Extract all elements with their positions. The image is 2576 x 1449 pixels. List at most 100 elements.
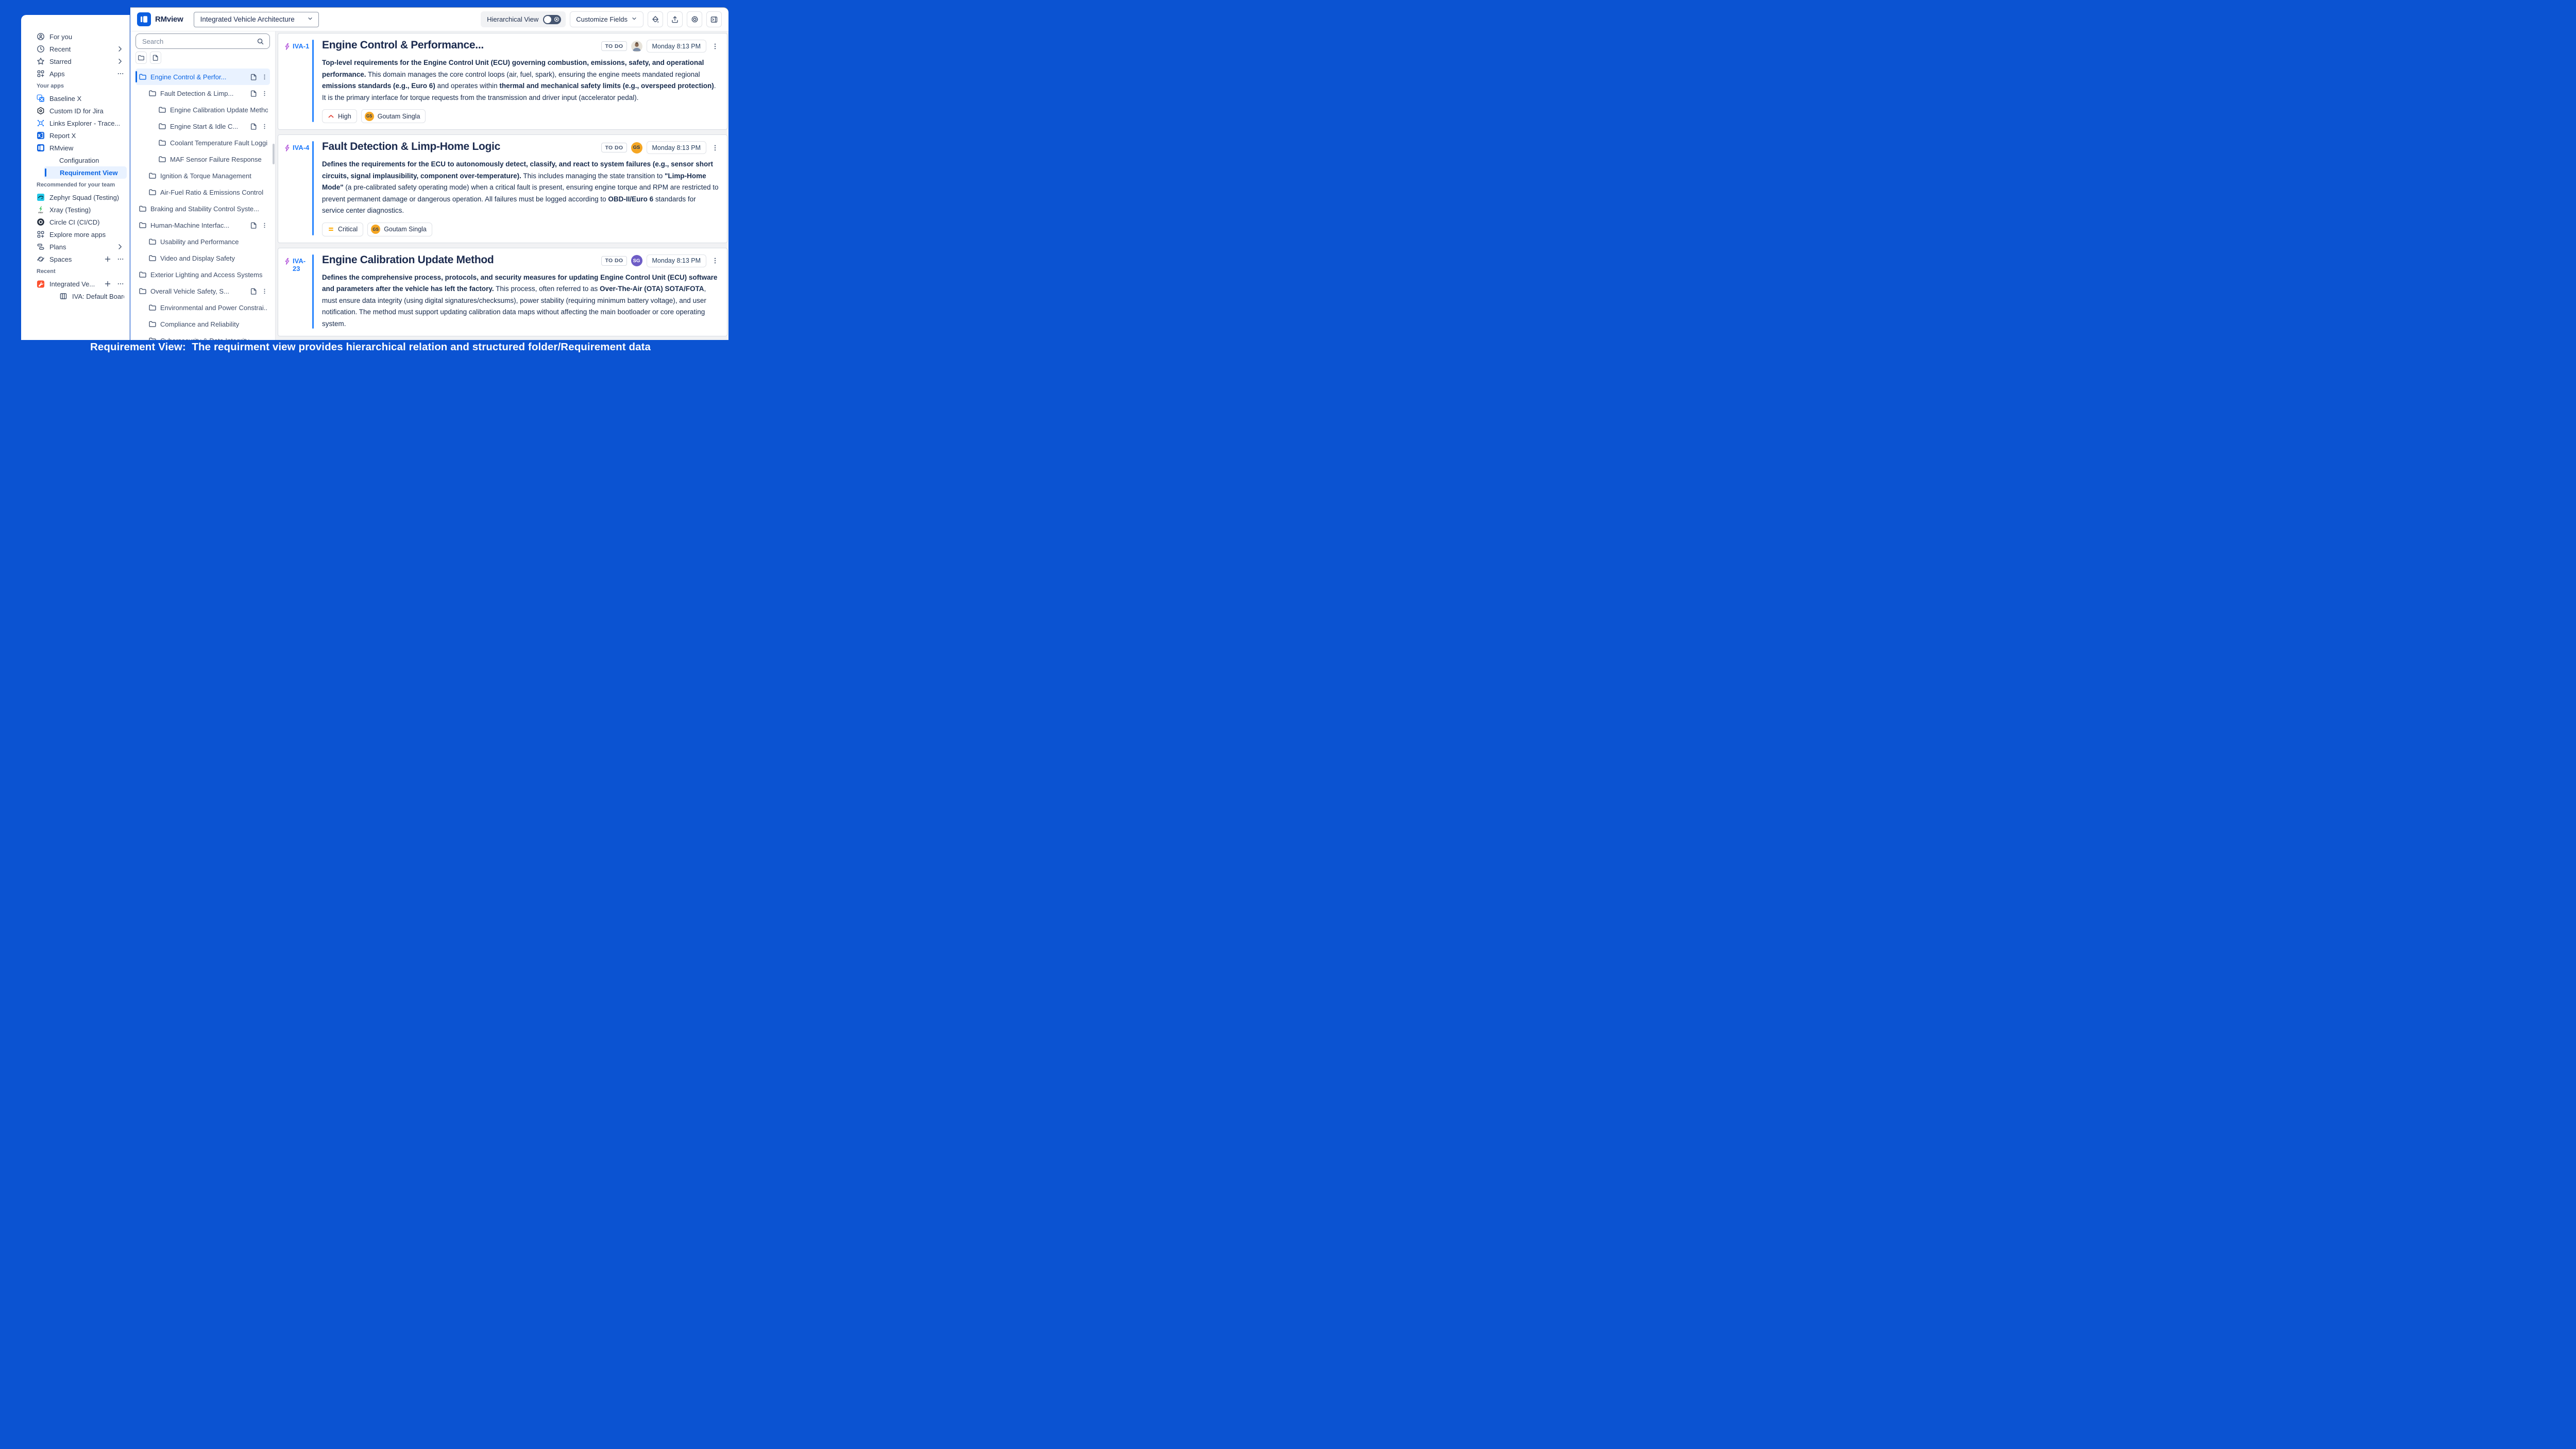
tree-item-human-machine-interfac[interactable]: Human-Machine Interfac...: [135, 217, 270, 233]
sidebar-item-circle-ci-ci-cd[interactable]: Circle CI (CI/CD): [21, 216, 129, 228]
export-icon[interactable]: [667, 11, 683, 27]
tree-item-engine-control-perfor[interactable]: Engine Control & Perfor...: [135, 69, 270, 85]
sidebar-item-configuration[interactable]: Configuration: [21, 154, 129, 166]
sidebar-item-recent[interactable]: Recent: [21, 43, 129, 55]
document-filter-button[interactable]: [150, 52, 161, 64]
kebab-menu-icon[interactable]: [261, 123, 268, 130]
issue-key[interactable]: IVA-23: [278, 253, 312, 330]
tree-item-engine-calibration-update-method[interactable]: Engine Calibration Update Method: [135, 101, 270, 118]
tree-item-exterior-lighting-and-access-systems[interactable]: Exterior Lighting and Access Systems: [135, 266, 270, 283]
chevron-right-icon[interactable]: [116, 45, 124, 53]
issue-key[interactable]: IVA-4: [278, 140, 312, 236]
kebab-menu-icon[interactable]: [261, 73, 268, 81]
sidebar-item-links-explorer-trace[interactable]: Links Explorer - Trace...: [21, 117, 129, 129]
status-badge[interactable]: TO DO: [601, 41, 626, 51]
tree-item-label: Exterior Lighting and Access Systems: [150, 271, 268, 279]
assignee-avatar[interactable]: SG: [631, 255, 642, 266]
tree-item-usability-and-performance[interactable]: Usability and Performance: [135, 233, 270, 250]
tree-item-video-and-display-safety[interactable]: Video and Display Safety: [135, 250, 270, 266]
priority-badge[interactable]: Critical: [322, 223, 363, 236]
chevron-right-icon[interactable]: [116, 57, 124, 65]
sidebar-item-explore-more-apps[interactable]: Explore more apps: [21, 228, 129, 241]
project-selector[interactable]: Integrated Vehicle Architecture: [194, 12, 319, 27]
sidebar-nav: For youRecentStarredAppsYour appsBaselin…: [21, 30, 129, 302]
apps-grid-icon: [37, 230, 45, 238]
search-box[interactable]: [135, 33, 270, 49]
open-panel-icon[interactable]: [706, 11, 722, 27]
kebab-menu-icon[interactable]: [261, 90, 268, 97]
kebab-menu-icon[interactable]: [710, 143, 720, 153]
kebab-menu-icon[interactable]: [710, 41, 720, 52]
folder-icon: [158, 155, 166, 163]
sidebar-item-for-you[interactable]: For you: [21, 30, 129, 43]
kebab-menu-icon[interactable]: [261, 287, 268, 295]
tree-item-label: Overall Vehicle Safety, S...: [150, 287, 246, 295]
kebab-menu-icon[interactable]: [710, 255, 720, 266]
tree-item-braking-and-stability-control-syste[interactable]: Braking and Stability Control Syste...: [135, 200, 270, 217]
sidebar-item-integrated-ve[interactable]: Integrated Ve...: [21, 278, 129, 290]
document-icon[interactable]: [250, 123, 258, 130]
sidebar-item-plans[interactable]: Plans: [21, 241, 129, 253]
timestamp-badge[interactable]: Monday 8:13 PM: [647, 141, 707, 154]
search-input[interactable]: [141, 37, 253, 46]
hierarchical-view-label: Hierarchical View: [487, 15, 538, 23]
timestamp-badge[interactable]: Monday 8:13 PM: [647, 254, 707, 267]
issue-key[interactable]: IVA-1: [278, 39, 312, 123]
folder-filter-button[interactable]: [135, 52, 147, 64]
document-icon[interactable]: [250, 90, 258, 97]
sidebar-item-report-x[interactable]: Report X: [21, 129, 129, 142]
tree-scrollbar-thumb[interactable]: [273, 144, 275, 164]
status-badge[interactable]: TO DO: [601, 256, 626, 266]
gear-icon[interactable]: [687, 11, 702, 27]
tree-item-coolant-temperature-fault-loggi[interactable]: Coolant Temperature Fault Loggi...: [135, 134, 270, 151]
status-badge[interactable]: TO DO: [601, 143, 626, 152]
tree-item-air-fuel-ratio-emissions-control[interactable]: Air-Fuel Ratio & Emissions Control: [135, 184, 270, 200]
sidebar-item-custom-id-for-jira[interactable]: Custom ID for Jira: [21, 105, 129, 117]
ellipsis-icon[interactable]: [117, 280, 124, 287]
tree-item-fault-detection-limp[interactable]: Fault Detection & Limp...: [135, 85, 270, 101]
sidebar-item-xray-testing[interactable]: XRAYXray (Testing): [21, 203, 129, 216]
tree-item-maf-sensor-failure-response[interactable]: MAF Sensor Failure Response: [135, 151, 270, 167]
card-main: Engine Calibration Update Method TO DO S…: [314, 253, 727, 330]
paint-bucket-icon[interactable]: [648, 11, 663, 27]
priority-badge[interactable]: High: [322, 109, 357, 123]
tree-item-cybersecurity-data-integrity[interactable]: Cybersecurity & Data Integrity: [135, 332, 270, 340]
tree-item-label: MAF Sensor Failure Response: [170, 156, 268, 163]
customize-fields-button[interactable]: Customize Fields: [570, 11, 643, 27]
timestamp-badge[interactable]: Monday 8:13 PM: [647, 40, 707, 53]
sidebar-item-starred[interactable]: Starred: [21, 55, 129, 67]
document-icon[interactable]: [250, 73, 258, 81]
apps-grid-icon: [37, 70, 45, 78]
sidebar-item-spaces[interactable]: Spaces: [21, 253, 129, 265]
hierarchical-view-toggle[interactable]: [543, 15, 561, 24]
tree-item-ignition-torque-management[interactable]: Ignition & Torque Management: [135, 167, 270, 184]
document-icon[interactable]: [250, 221, 258, 229]
sidebar-item-zephyr-squad-testing[interactable]: Zephyr Squad (Testing): [21, 191, 129, 203]
assignee-avatar[interactable]: GS: [631, 142, 642, 154]
board-icon: [59, 292, 67, 300]
tree-item-label: Air-Fuel Ratio & Emissions Control: [160, 189, 268, 196]
sidebar-item-baseline-x[interactable]: Baseline X: [21, 92, 129, 105]
assignee-badge[interactable]: GS Goutam Singla: [361, 109, 426, 123]
sidebar-item-iva-default-board[interactable]: IVA: Default Board: [21, 290, 129, 302]
tree-item-environmental-and-power-constrai[interactable]: Environmental and Power Constrai...: [135, 299, 270, 316]
tree-item-overall-vehicle-safety-s[interactable]: Overall Vehicle Safety, S...: [135, 283, 270, 299]
plus-icon[interactable]: [104, 280, 112, 288]
plus-icon[interactable]: [104, 255, 112, 263]
ellipsis-icon[interactable]: [117, 70, 124, 77]
user-photo-avatar[interactable]: [631, 41, 642, 52]
document-icon[interactable]: [250, 287, 258, 295]
sidebar-item-rmview[interactable]: RMview: [21, 142, 129, 154]
sidebar-item-apps[interactable]: Apps: [21, 67, 129, 80]
tree-item-label: Human-Machine Interfac...: [150, 221, 246, 229]
tree-item-engine-start-idle-c[interactable]: Engine Start & Idle C...: [135, 118, 270, 134]
card-description: Top-level requirements for the Engine Co…: [322, 57, 720, 104]
baselinex-app-icon: [37, 94, 45, 103]
sidebar-item-requirement-view[interactable]: Requirement View: [44, 166, 127, 179]
chevron-right-icon[interactable]: [116, 243, 124, 251]
ellipsis-icon[interactable]: [117, 255, 124, 263]
kebab-menu-icon[interactable]: [261, 221, 268, 229]
tree-item-compliance-and-reliability[interactable]: Compliance and Reliability: [135, 316, 270, 332]
assignee-badge[interactable]: GS Goutam Singla: [367, 223, 432, 236]
card-header: Fault Detection & Limp-Home Logic TO DO …: [322, 140, 720, 154]
